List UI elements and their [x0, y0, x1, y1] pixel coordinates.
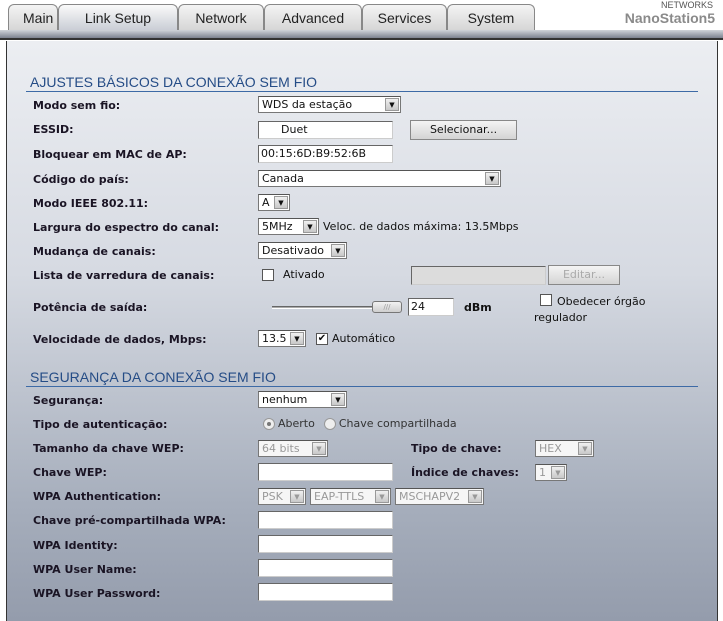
divider — [26, 386, 698, 387]
label-key-type: Tipo de chave: — [411, 442, 502, 455]
power-unit: dBm — [464, 300, 492, 314]
divider — [26, 91, 698, 92]
scan-list-check-label: Ativado — [283, 268, 325, 281]
edit-scan-list-button[interactable]: Editar... — [548, 265, 620, 285]
chevron-down-icon: ▼ — [331, 244, 345, 257]
wpa-identity-input[interactable] — [258, 535, 393, 553]
label-ieee: Modo IEEE 802.11: — [33, 197, 149, 210]
chevron-down-icon: ▼ — [375, 490, 389, 503]
auth-open-radio[interactable] — [263, 417, 275, 430]
width-select[interactable]: 5MHz ▼ — [258, 218, 319, 235]
scan-list-input[interactable] — [411, 265, 546, 285]
label-mac: Bloquear em MAC de AP: — [33, 148, 187, 161]
essid-input[interactable]: Duet — [258, 121, 393, 139]
tab-network[interactable]: Network — [178, 4, 264, 30]
label-wep-key: Chave WEP: — [33, 466, 107, 479]
ieee-value: A — [262, 196, 270, 209]
device-name: NanoStation5 — [624, 10, 715, 26]
section-title-basic: AJUSTES BÁSICOS DA CONEXÃO SEM FIO — [30, 74, 318, 90]
label-wep-size: Tamanho da chave WEP: — [33, 442, 184, 455]
label-potencia: Potência de saída: — [33, 301, 148, 314]
inner-auth-value: MSCHAPV2 — [399, 490, 461, 503]
width-value: 5MHz — [262, 220, 293, 233]
label-key-index: Índice de chaves: — [411, 466, 519, 479]
chevron-down-icon: ▼ — [312, 442, 326, 455]
rate-value: 13.5 — [262, 332, 287, 345]
brand-subtitle: NETWORKS — [660, 0, 713, 10]
mac-input[interactable]: 00:15:6D:B9:52:6B — [258, 145, 393, 163]
tab-system[interactable]: System — [447, 4, 535, 30]
modo-select[interactable]: WDS da estação ▼ — [258, 96, 401, 113]
label-lista: Lista de varredura de canais: — [33, 269, 215, 282]
chevron-down-icon: ▼ — [274, 196, 288, 209]
slider-handle[interactable]: /// — [372, 301, 402, 313]
auto-rate-label: Automático — [332, 332, 396, 345]
country-value: Canada — [262, 172, 304, 185]
chevron-down-icon: ▼ — [385, 98, 399, 111]
label-essid: ESSID: — [33, 123, 74, 136]
label-wpa-auth: WPA Authentication: — [33, 490, 162, 503]
chevron-down-icon: ▼ — [578, 442, 592, 455]
label-wpa-user: WPA User Name: — [33, 563, 137, 576]
wep-key-input[interactable] — [258, 463, 393, 481]
chevron-down-icon: ▼ — [290, 490, 304, 503]
tab-underbar — [0, 30, 723, 40]
tab-advanced[interactable]: Advanced — [264, 4, 362, 30]
security-select[interactable]: nenhum ▼ — [258, 391, 347, 408]
label-wpa-identity: WPA Identity: — [33, 539, 118, 552]
key-type-value: HEX — [539, 442, 562, 455]
tab-link-setup[interactable]: Link Setup — [58, 4, 178, 31]
eap-select[interactable]: EAP-TTLS ▼ — [310, 488, 391, 505]
wpa-psk-input[interactable] — [258, 511, 393, 529]
key-index-select[interactable]: 1 ▼ — [535, 464, 567, 481]
key-index-value: 1 — [539, 466, 546, 479]
rate-select[interactable]: 13.5 ▼ — [258, 330, 306, 347]
chevron-down-icon: ▼ — [290, 332, 304, 345]
label-auth: Tipo de autenticação: — [33, 418, 168, 431]
country-select[interactable]: Canada ▼ — [258, 170, 501, 187]
chevron-down-icon: ▼ — [303, 220, 317, 233]
auto-rate-checkbox[interactable]: ✔ — [316, 332, 328, 345]
wep-size-value: 64 bits — [262, 442, 300, 455]
slider-track — [272, 306, 372, 309]
ieee-select[interactable]: A ▼ — [258, 194, 290, 211]
auth-open-label: Aberto — [278, 417, 315, 430]
chevron-down-icon: ▼ — [468, 490, 482, 503]
chevron-down-icon: ▼ — [331, 393, 345, 406]
wpa-auth-select[interactable]: PSK ▼ — [258, 488, 306, 505]
wpa-auth-value: PSK — [262, 490, 283, 503]
label-modo: Modo sem fio: — [33, 99, 121, 112]
label-pais: Código do país: — [33, 173, 129, 186]
select-ssid-button[interactable]: Selecionar... — [410, 120, 517, 140]
label-largura: Largura do espectro do canal: — [33, 221, 220, 234]
channel-shift-value: Desativado — [262, 244, 325, 257]
chevron-down-icon: ▼ — [485, 172, 499, 185]
label-wpa-pass: WPA User Password: — [33, 587, 161, 600]
inner-auth-select[interactable]: MSCHAPV2 ▼ — [395, 488, 484, 505]
auth-shared-label: Chave compartilhada — [338, 417, 457, 430]
channel-shift-select[interactable]: Desativado ▼ — [258, 242, 347, 259]
modo-value: WDS da estação — [262, 98, 353, 111]
max-rate-text: Veloc. de dados máxima: 13.5Mbps — [323, 220, 519, 233]
power-input[interactable]: 24 — [408, 298, 454, 316]
power-slider[interactable]: /// — [272, 299, 402, 315]
scan-list-checkbox[interactable] — [262, 268, 274, 281]
label-wpa-psk: Chave pré-compartilhada WPA: — [33, 514, 226, 527]
wep-size-select[interactable]: 64 bits ▼ — [258, 440, 328, 457]
tab-services[interactable]: Services — [362, 4, 447, 30]
regulatory-label: Obedecer órgão regulador — [534, 295, 646, 324]
wpa-pass-input[interactable] — [258, 583, 393, 601]
chevron-down-icon: ▼ — [551, 466, 565, 479]
key-type-select[interactable]: HEX ▼ — [535, 440, 594, 457]
wpa-user-input[interactable] — [258, 559, 393, 577]
tab-main[interactable]: Main — [8, 4, 58, 30]
label-mudanca: Mudança de canais: — [33, 245, 156, 258]
tab-bar: Main Link Setup Network Advanced Service… — [8, 4, 535, 31]
eap-value: EAP-TTLS — [314, 490, 365, 503]
label-seguranca: Segurança: — [33, 394, 104, 407]
auth-shared-radio[interactable] — [323, 417, 336, 430]
security-value: nenhum — [262, 393, 308, 406]
section-title-security: SEGURANÇA DA CONEXÃO SEM FIO — [30, 369, 276, 385]
label-velocidade: Velocidade de dados, Mbps: — [33, 333, 207, 346]
